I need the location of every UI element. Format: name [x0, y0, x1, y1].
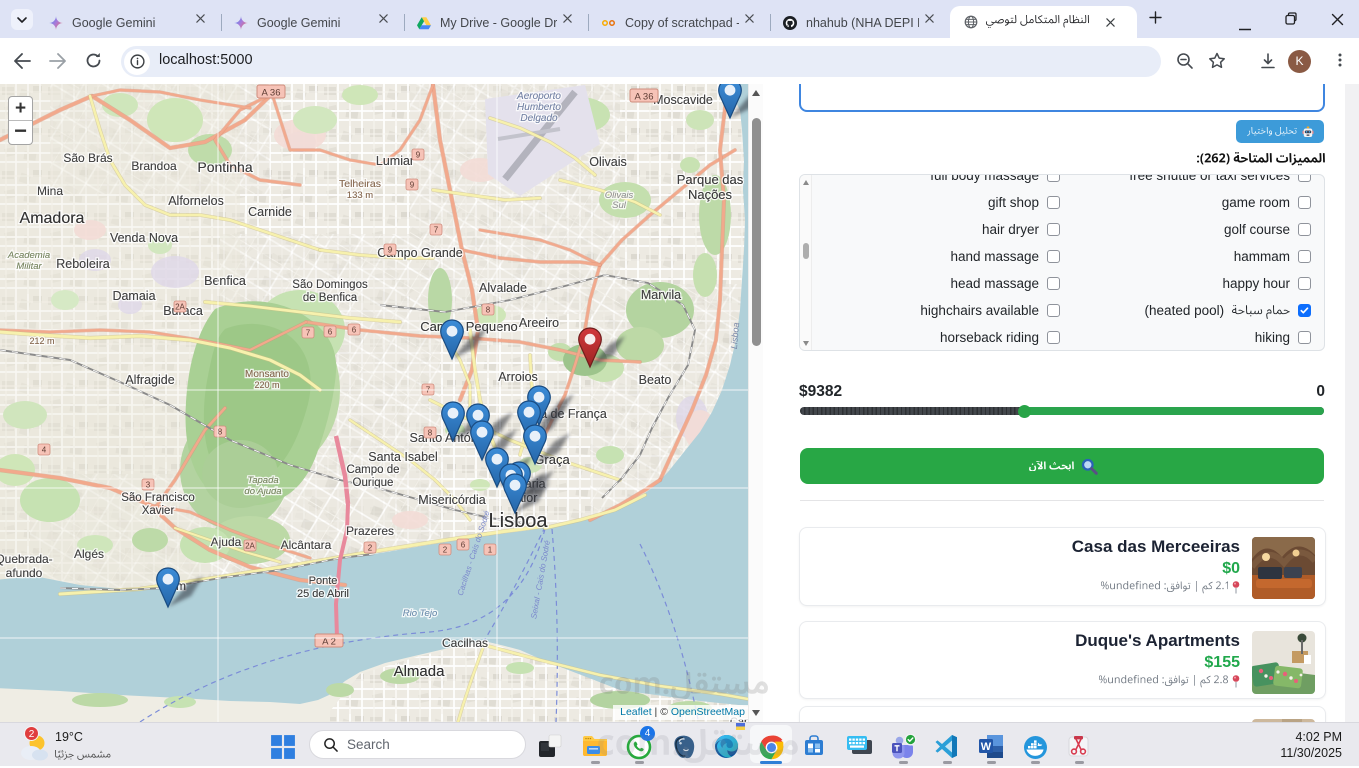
svg-text:Nações: Nações: [688, 187, 733, 202]
svg-text:Campo Pequeno: Campo Pequeno: [420, 319, 518, 334]
svg-text:São Francisco: São Francisco: [121, 492, 195, 504]
svg-text:Mina: Mina: [37, 184, 63, 198]
svg-text:W: W: [981, 741, 992, 753]
svg-text:Sul: Sul: [612, 200, 627, 211]
svg-text:Alfragide: Alfragide: [125, 373, 174, 387]
svg-text:Parque das: Parque das: [677, 172, 744, 187]
svg-text:Reboleira: Reboleira: [56, 257, 110, 271]
svg-text:6: 6: [461, 541, 466, 550]
svg-text:7: 7: [434, 226, 439, 235]
svg-text:Humberto: Humberto: [517, 102, 561, 113]
svg-text:Alfornelos: Alfornelos: [168, 194, 224, 208]
svg-text:afundo: afundo: [6, 566, 43, 580]
svg-text:Militar: Militar: [16, 261, 42, 272]
svg-text:Prazeres: Prazeres: [346, 524, 394, 538]
svg-text:4: 4: [42, 446, 47, 455]
svg-text:8: 8: [486, 306, 491, 315]
svg-text:9: 9: [388, 246, 393, 255]
svg-text:Xavier: Xavier: [142, 505, 175, 517]
svg-text:9: 9: [410, 181, 415, 190]
svg-text:Campo de: Campo de: [346, 464, 399, 476]
svg-text:8: 8: [218, 428, 223, 437]
svg-text:Santo Antóni: Santo Antóni: [410, 431, 481, 445]
svg-text:Areeiro: Areeiro: [519, 316, 559, 330]
svg-text:2: 2: [443, 546, 448, 555]
svg-text:Brandoa: Brandoa: [131, 159, 177, 173]
svg-text:São Domingos: São Domingos: [292, 279, 368, 291]
svg-text:Beato: Beato: [639, 373, 672, 387]
svg-text:Olivais: Olivais: [589, 155, 627, 169]
svg-text:Telheiras: Telheiras: [339, 178, 381, 190]
svg-text:6: 6: [352, 326, 357, 335]
svg-text:Amadora: Amadora: [20, 210, 85, 227]
svg-text:Ourique: Ourique: [353, 477, 394, 489]
svg-text:Alvalade: Alvalade: [479, 281, 527, 295]
svg-text:9: 9: [416, 151, 421, 160]
svg-text:7: 7: [306, 329, 311, 338]
svg-text:Santa Isabel: Santa Isabel: [368, 450, 438, 464]
svg-text:Damaia: Damaia: [112, 289, 155, 303]
svg-text:Algés: Algés: [74, 547, 104, 561]
svg-text:São Brás: São Brás: [63, 151, 112, 165]
svg-text:6: 6: [328, 328, 333, 337]
svg-text:Alcântara: Alcântara: [281, 538, 332, 552]
svg-text:Rio Tejo: Rio Tejo: [403, 608, 438, 619]
svg-text:2A: 2A: [175, 303, 185, 312]
svg-text:Arroios: Arroios: [498, 370, 538, 384]
svg-text:A 36: A 36: [634, 92, 653, 103]
svg-text:Pontinha: Pontinha: [197, 159, 252, 175]
svg-text:Quebrada-: Quebrada-: [0, 552, 53, 566]
svg-text:de Benfica: de Benfica: [303, 292, 358, 304]
svg-text:Ajuda: Ajuda: [211, 535, 242, 549]
svg-text:Almada: Almada: [394, 663, 446, 680]
svg-text:Tapada: Tapada: [247, 475, 278, 486]
svg-text:2A: 2A: [245, 542, 255, 551]
svg-text:Misericórdia: Misericórdia: [418, 493, 485, 507]
svg-text:Moscavide: Moscavide: [653, 93, 713, 107]
svg-text:Benfica: Benfica: [204, 274, 246, 288]
svg-text:Venda Nova: Venda Nova: [110, 231, 178, 245]
svg-text:Ponte: Ponte: [309, 575, 338, 587]
svg-text:220 m: 220 m: [254, 380, 279, 390]
svg-text:Lumiar: Lumiar: [376, 154, 414, 168]
svg-text:Carnide: Carnide: [248, 205, 292, 219]
svg-text:212 m: 212 m: [29, 336, 54, 346]
svg-text:Lisboa: Lisboa: [489, 510, 549, 532]
svg-text:Academia: Academia: [7, 250, 50, 261]
svg-text:Delgado: Delgado: [520, 113, 558, 124]
svg-text:2: 2: [368, 544, 373, 553]
svg-text:1: 1: [488, 546, 493, 555]
svg-text:Monsanto: Monsanto: [245, 369, 289, 380]
svg-text:Marvila: Marvila: [641, 288, 681, 302]
svg-text:25 de Abril: 25 de Abril: [297, 588, 349, 600]
svg-text:Aeroporto: Aeroporto: [516, 91, 561, 102]
svg-text:133 m: 133 m: [347, 190, 373, 201]
svg-text:A 36: A 36: [261, 88, 280, 99]
svg-text:8: 8: [428, 429, 433, 438]
